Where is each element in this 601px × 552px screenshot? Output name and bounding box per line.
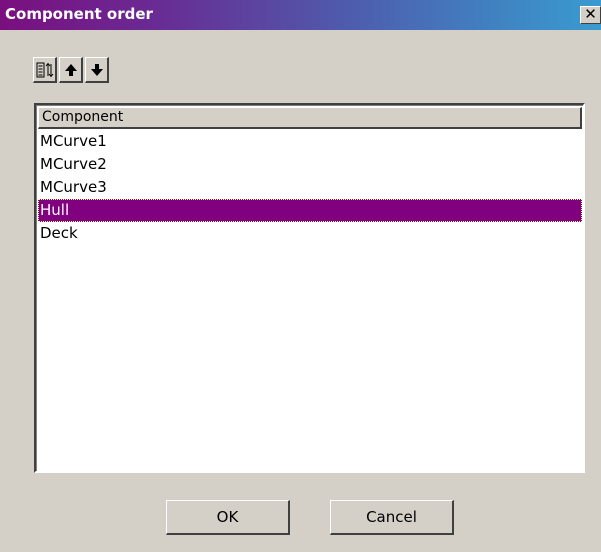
component-list[interactable]: Component MCurve1 MCurve2 MCurve3 Hull D… [34,103,585,473]
component-list-body: Component MCurve1 MCurve2 MCurve3 Hull D… [36,105,583,471]
list-item-selected[interactable]: Hull [38,199,582,222]
ok-button[interactable]: OK [166,500,290,535]
move-up-button[interactable] [59,57,83,83]
sort-icon [36,61,54,79]
sort-button[interactable] [33,57,57,83]
list-item[interactable]: MCurve3 [38,176,582,199]
move-down-button[interactable] [85,57,109,83]
close-icon: ✕ [584,5,597,23]
arrow-up-icon [63,62,79,78]
list-item[interactable]: Deck [38,222,582,245]
window-title: Component order [5,5,153,23]
component-order-dialog: Component order ✕ Component MCurve1 MCur… [0,0,601,552]
cancel-button[interactable]: Cancel [330,500,454,535]
arrow-down-icon [89,62,105,78]
list-item[interactable]: MCurve2 [38,153,582,176]
column-header-component[interactable]: Component [38,107,582,129]
close-button[interactable]: ✕ [580,6,601,24]
list-item[interactable]: MCurve1 [38,130,582,153]
title-bar[interactable]: Component order ✕ [0,0,601,30]
